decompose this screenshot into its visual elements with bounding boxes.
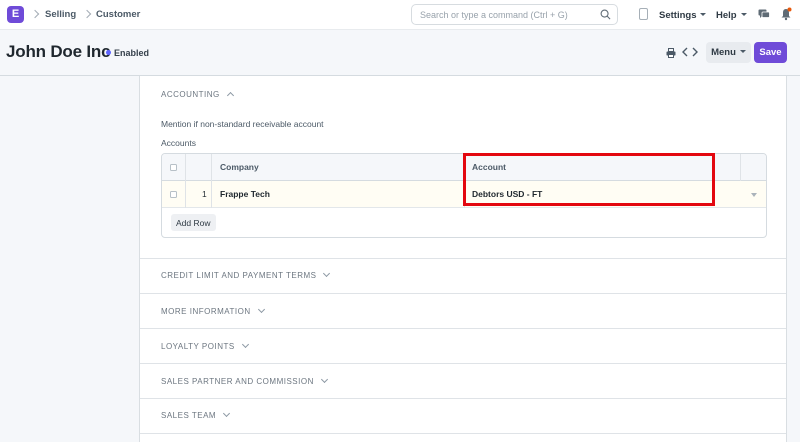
column-divider (185, 181, 186, 208)
status-indicator: Enabled (106, 48, 149, 58)
chevron-down-icon (740, 13, 747, 16)
breadcrumb-separator-icon (83, 8, 92, 22)
column-header-account: Account (472, 162, 506, 172)
search-icon[interactable] (600, 9, 611, 20)
app-logo[interactable]: E (7, 6, 24, 23)
accounts-field-label: Accounts (161, 138, 196, 148)
printer-icon[interactable] (666, 48, 676, 58)
accounts-table: Company Account 1 Frappe Tech Debtors US… (161, 153, 767, 238)
chevron-down-icon (241, 340, 249, 349)
help-label: Help (716, 10, 737, 21)
section-sales-team-title: SALES TEAM (161, 411, 217, 420)
section-divider (140, 433, 786, 434)
section-credit-limit-header[interactable]: CREDIT LIMIT AND PAYMENT TERMS (161, 269, 331, 280)
row-index: 1 (202, 189, 207, 199)
table-header: Company Account (162, 154, 766, 181)
page-title: John Doe Inc (6, 42, 111, 61)
table-row[interactable]: 1 Frappe Tech Debtors USD - FT (162, 181, 766, 208)
column-divider (740, 154, 741, 181)
cell-company[interactable]: Frappe Tech (220, 189, 270, 199)
chevron-left-icon[interactable] (681, 47, 689, 57)
section-sales-partner-header[interactable]: SALES PARTNER AND COMMISSION (161, 375, 328, 386)
section-divider (140, 398, 786, 399)
chevron-down-icon (257, 305, 265, 314)
notification-bell-icon[interactable] (780, 7, 792, 21)
chevron-down-icon (323, 269, 331, 278)
section-divider (140, 363, 786, 364)
column-divider (185, 154, 186, 181)
menu-button-label: Menu (711, 47, 736, 58)
column-divider (464, 154, 465, 181)
select-all-checkbox[interactable] (170, 164, 177, 171)
breadcrumb-customer[interactable]: Customer (96, 9, 140, 20)
search-input[interactable] (412, 5, 592, 25)
chevron-down-icon (320, 375, 328, 384)
menu-button[interactable]: Menu (706, 42, 751, 63)
row-checkbox[interactable] (170, 191, 177, 198)
chat-icon[interactable] (758, 9, 770, 20)
section-accounting-header[interactable]: ACCOUNTING (161, 90, 234, 100)
section-sales-partner-title: SALES PARTNER AND COMMISSION (161, 377, 314, 386)
section-divider (140, 258, 786, 259)
chevron-right-icon[interactable] (691, 47, 699, 57)
settings-dropdown[interactable]: Settings (659, 10, 707, 21)
notes-icon[interactable] (639, 8, 648, 20)
help-dropdown[interactable]: Help (716, 10, 747, 21)
awesomebar-search[interactable] (411, 4, 618, 25)
chevron-down-icon (739, 50, 746, 53)
section-more-information-header[interactable]: MORE INFORMATION (161, 305, 265, 316)
section-divider (140, 293, 786, 294)
cell-account[interactable]: Debtors USD - FT (472, 189, 542, 199)
column-header-company: Company (220, 162, 259, 172)
section-sales-team-header[interactable]: SALES TEAM (161, 409, 231, 420)
status-dot-icon (106, 50, 111, 55)
status-badge: Enabled (114, 48, 150, 58)
row-edit-dropdown-icon[interactable] (751, 193, 757, 197)
section-accounting-title: ACCOUNTING (161, 90, 220, 99)
page-head: John Doe Inc Enabled Menu Save (0, 30, 800, 76)
section-credit-limit-title: CREDIT LIMIT AND PAYMENT TERMS (161, 271, 317, 280)
chevron-down-icon (700, 13, 707, 16)
column-divider (211, 181, 212, 208)
section-divider (140, 328, 786, 329)
column-divider (464, 181, 465, 208)
column-divider (211, 154, 212, 181)
chevron-up-icon (226, 91, 234, 100)
section-loyalty-points-title: LOYALTY POINTS (161, 342, 235, 351)
accounts-description: Mention if non-standard receivable accou… (161, 119, 324, 129)
section-more-information-title: MORE INFORMATION (161, 307, 251, 316)
settings-label: Settings (659, 10, 697, 21)
add-row-button[interactable]: Add Row (171, 214, 216, 231)
chevron-down-icon (223, 409, 231, 418)
navbar: E Selling Customer Settings Help (0, 0, 800, 30)
section-loyalty-points-header[interactable]: LOYALTY POINTS (161, 340, 249, 351)
breadcrumb-selling[interactable]: Selling (45, 9, 76, 20)
save-button[interactable]: Save (754, 42, 787, 63)
breadcrumb-separator-icon (31, 8, 40, 22)
form-layout: ACCOUNTING Mention if non-standard recei… (139, 76, 787, 442)
